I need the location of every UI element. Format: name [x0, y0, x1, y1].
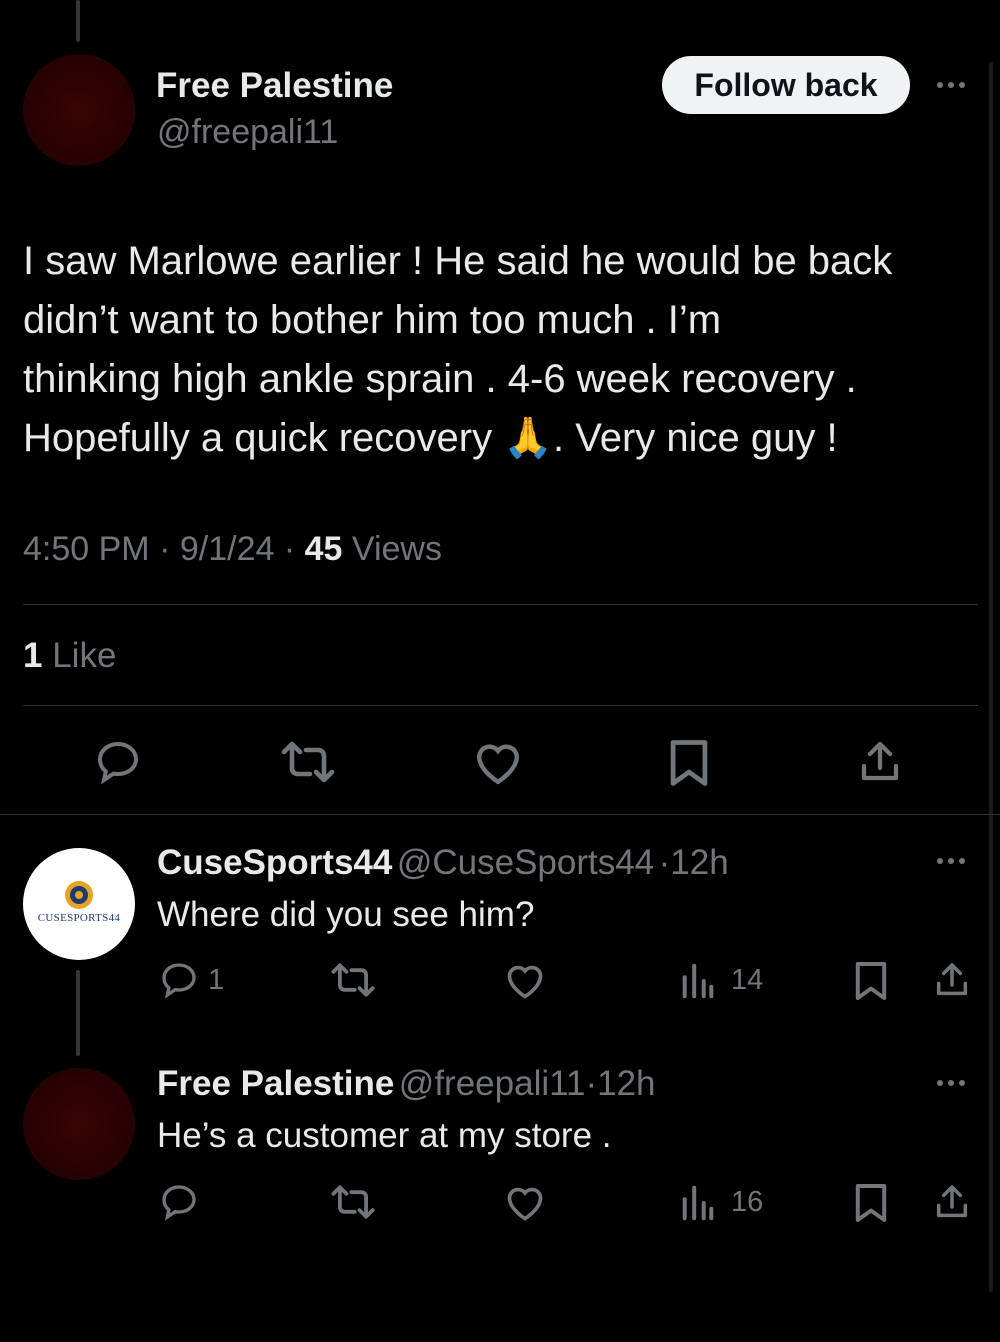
views-icon[interactable]: [680, 962, 716, 1000]
more-icon[interactable]: [937, 858, 965, 864]
reply-author-handle[interactable]: @freepali11: [399, 1064, 586, 1103]
views-icon[interactable]: [680, 1184, 716, 1222]
reply-header: CuseSports44 @CuseSports44 ·12h: [157, 843, 729, 883]
bookmark-icon[interactable]: [668, 738, 710, 788]
views-label: Views: [351, 530, 442, 568]
reply-time[interactable]: 12h: [670, 843, 728, 882]
reply-icon[interactable]: [158, 960, 200, 1000]
reply-time[interactable]: 12h: [597, 1064, 655, 1103]
avatar-logo-text: CUSESPORTS44: [37, 912, 121, 924]
likes-summary[interactable]: 1 Like: [23, 636, 116, 676]
reply-count: 1: [208, 964, 225, 996]
tweet-time[interactable]: 4:50 PM: [23, 530, 150, 568]
tweet-meta: 4:50 PM · 9/1/24 · 45 Views: [23, 530, 442, 569]
tweet-text-line: I saw Marlowe earlier ! He said he would…: [23, 239, 893, 283]
likes-label: Like: [52, 636, 117, 675]
like-icon[interactable]: [504, 1184, 546, 1222]
follow-back-button[interactable]: Follow back: [662, 56, 910, 114]
avatar[interactable]: [23, 54, 135, 166]
bookmark-icon[interactable]: [854, 1182, 888, 1224]
divider: [0, 814, 1000, 815]
tweet-text-line: didn’t want to bother him too much . I’m: [23, 298, 722, 342]
retweet-icon[interactable]: [330, 1184, 376, 1220]
more-icon[interactable]: [937, 1080, 965, 1086]
meta-separator: ·: [159, 530, 171, 568]
reply-icon[interactable]: [92, 738, 144, 786]
divider: [23, 604, 978, 605]
meta-separator: ·: [283, 530, 296, 568]
scrollbar[interactable]: [989, 62, 993, 1292]
avatar[interactable]: CUSESPORTS44: [23, 848, 135, 960]
share-icon[interactable]: [856, 738, 904, 786]
tweet-text-line: Hopefully a quick recovery 🙏. Very nice …: [23, 416, 838, 460]
views-count: 16: [731, 1186, 764, 1218]
meta-separator: ·: [585, 1064, 598, 1103]
avatar[interactable]: [23, 1068, 135, 1180]
likes-count: 1: [23, 636, 43, 675]
tweet-text: I saw Marlowe earlier ! He said he would…: [23, 232, 978, 468]
reply-icon[interactable]: [158, 1182, 200, 1222]
bookmark-icon[interactable]: [854, 960, 888, 1002]
share-icon[interactable]: [932, 1182, 972, 1222]
retweet-icon[interactable]: [280, 740, 336, 784]
views-count: 45: [304, 530, 343, 568]
reply-header: Free Palestine @freepali11·12h: [157, 1064, 656, 1104]
author-handle[interactable]: @freepali11: [157, 113, 338, 152]
like-icon[interactable]: [472, 740, 524, 786]
retweet-icon[interactable]: [330, 962, 376, 998]
tweet-date[interactable]: 9/1/24: [180, 530, 275, 568]
reply-text: He’s a customer at my store .: [157, 1116, 612, 1155]
reply-author-name[interactable]: Free Palestine: [157, 1064, 394, 1103]
like-icon[interactable]: [504, 962, 546, 1000]
meta-separator: ·: [658, 843, 671, 882]
reply-text: Where did you see him?: [157, 895, 535, 934]
thread-line-top: [76, 0, 80, 42]
reply-author-handle[interactable]: @CuseSports44: [397, 843, 654, 882]
more-icon[interactable]: [937, 82, 965, 88]
reply-author-name[interactable]: CuseSports44: [157, 843, 392, 882]
tweet-text-line: thinking high ankle sprain . 4-6 week re…: [23, 357, 857, 401]
share-icon[interactable]: [932, 960, 972, 1000]
divider: [23, 705, 978, 706]
thread-line: [76, 970, 80, 1056]
author-name[interactable]: Free Palestine: [156, 66, 393, 106]
views-count: 14: [731, 964, 764, 996]
